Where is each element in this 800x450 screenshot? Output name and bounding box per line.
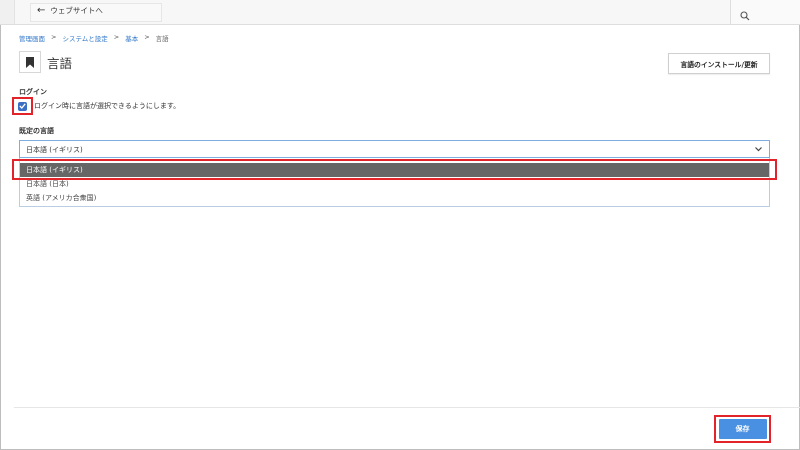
install-update-language-button[interactable]: 言語のインストール/更新 [668,53,770,74]
selected-option-highlight [12,159,777,180]
save-button-highlight: 保存 [714,415,771,443]
login-section-label: ログイン [19,88,47,96]
breadcrumb-separator: > [113,33,120,41]
checkmark-icon [19,103,26,109]
page-title: 言語 [47,55,73,71]
breadcrumb: 管理画面 > システムと設定 > 基本 > 言語 [19,33,169,43]
breadcrumb-separator: > [144,33,150,41]
breadcrumb-current: 言語 [155,35,169,43]
top-bar [0,0,800,25]
bookmark-icon [19,51,41,73]
login-checkbox-label[interactable]: ログイン時に言語が選択できるようにします。 [34,101,180,111]
arrow-left-icon: ← [37,4,46,16]
language-option-english-us[interactable]: 英語 (アメリカ合衆国) [20,191,769,205]
search-icon[interactable] [740,6,750,25]
breadcrumb-separator: > [51,33,57,41]
sidebar-strip [0,0,15,24]
page-header: 言語 [19,51,72,73]
back-to-website-link[interactable]: ← ウェブサイトへ [37,5,103,16]
selected-language-value: 日本語 (イギリス) [26,146,83,154]
breadcrumb-admin[interactable]: 管理画面 [19,33,45,43]
chevron-down-icon [754,143,763,157]
breadcrumb-system-settings[interactable]: システムと設定 [62,33,107,43]
default-language-label: 既定の言語 [19,127,54,135]
save-button[interactable]: 保存 [718,419,767,439]
footer-divider [14,407,800,408]
login-checkbox-highlight [12,97,33,115]
default-language-select[interactable]: 日本語 (イギリス) [19,140,770,158]
breadcrumb-basic[interactable]: 基本 [125,33,138,43]
back-link-label: ウェブサイトへ [50,6,103,15]
login-language-checkbox[interactable] [18,101,27,111]
